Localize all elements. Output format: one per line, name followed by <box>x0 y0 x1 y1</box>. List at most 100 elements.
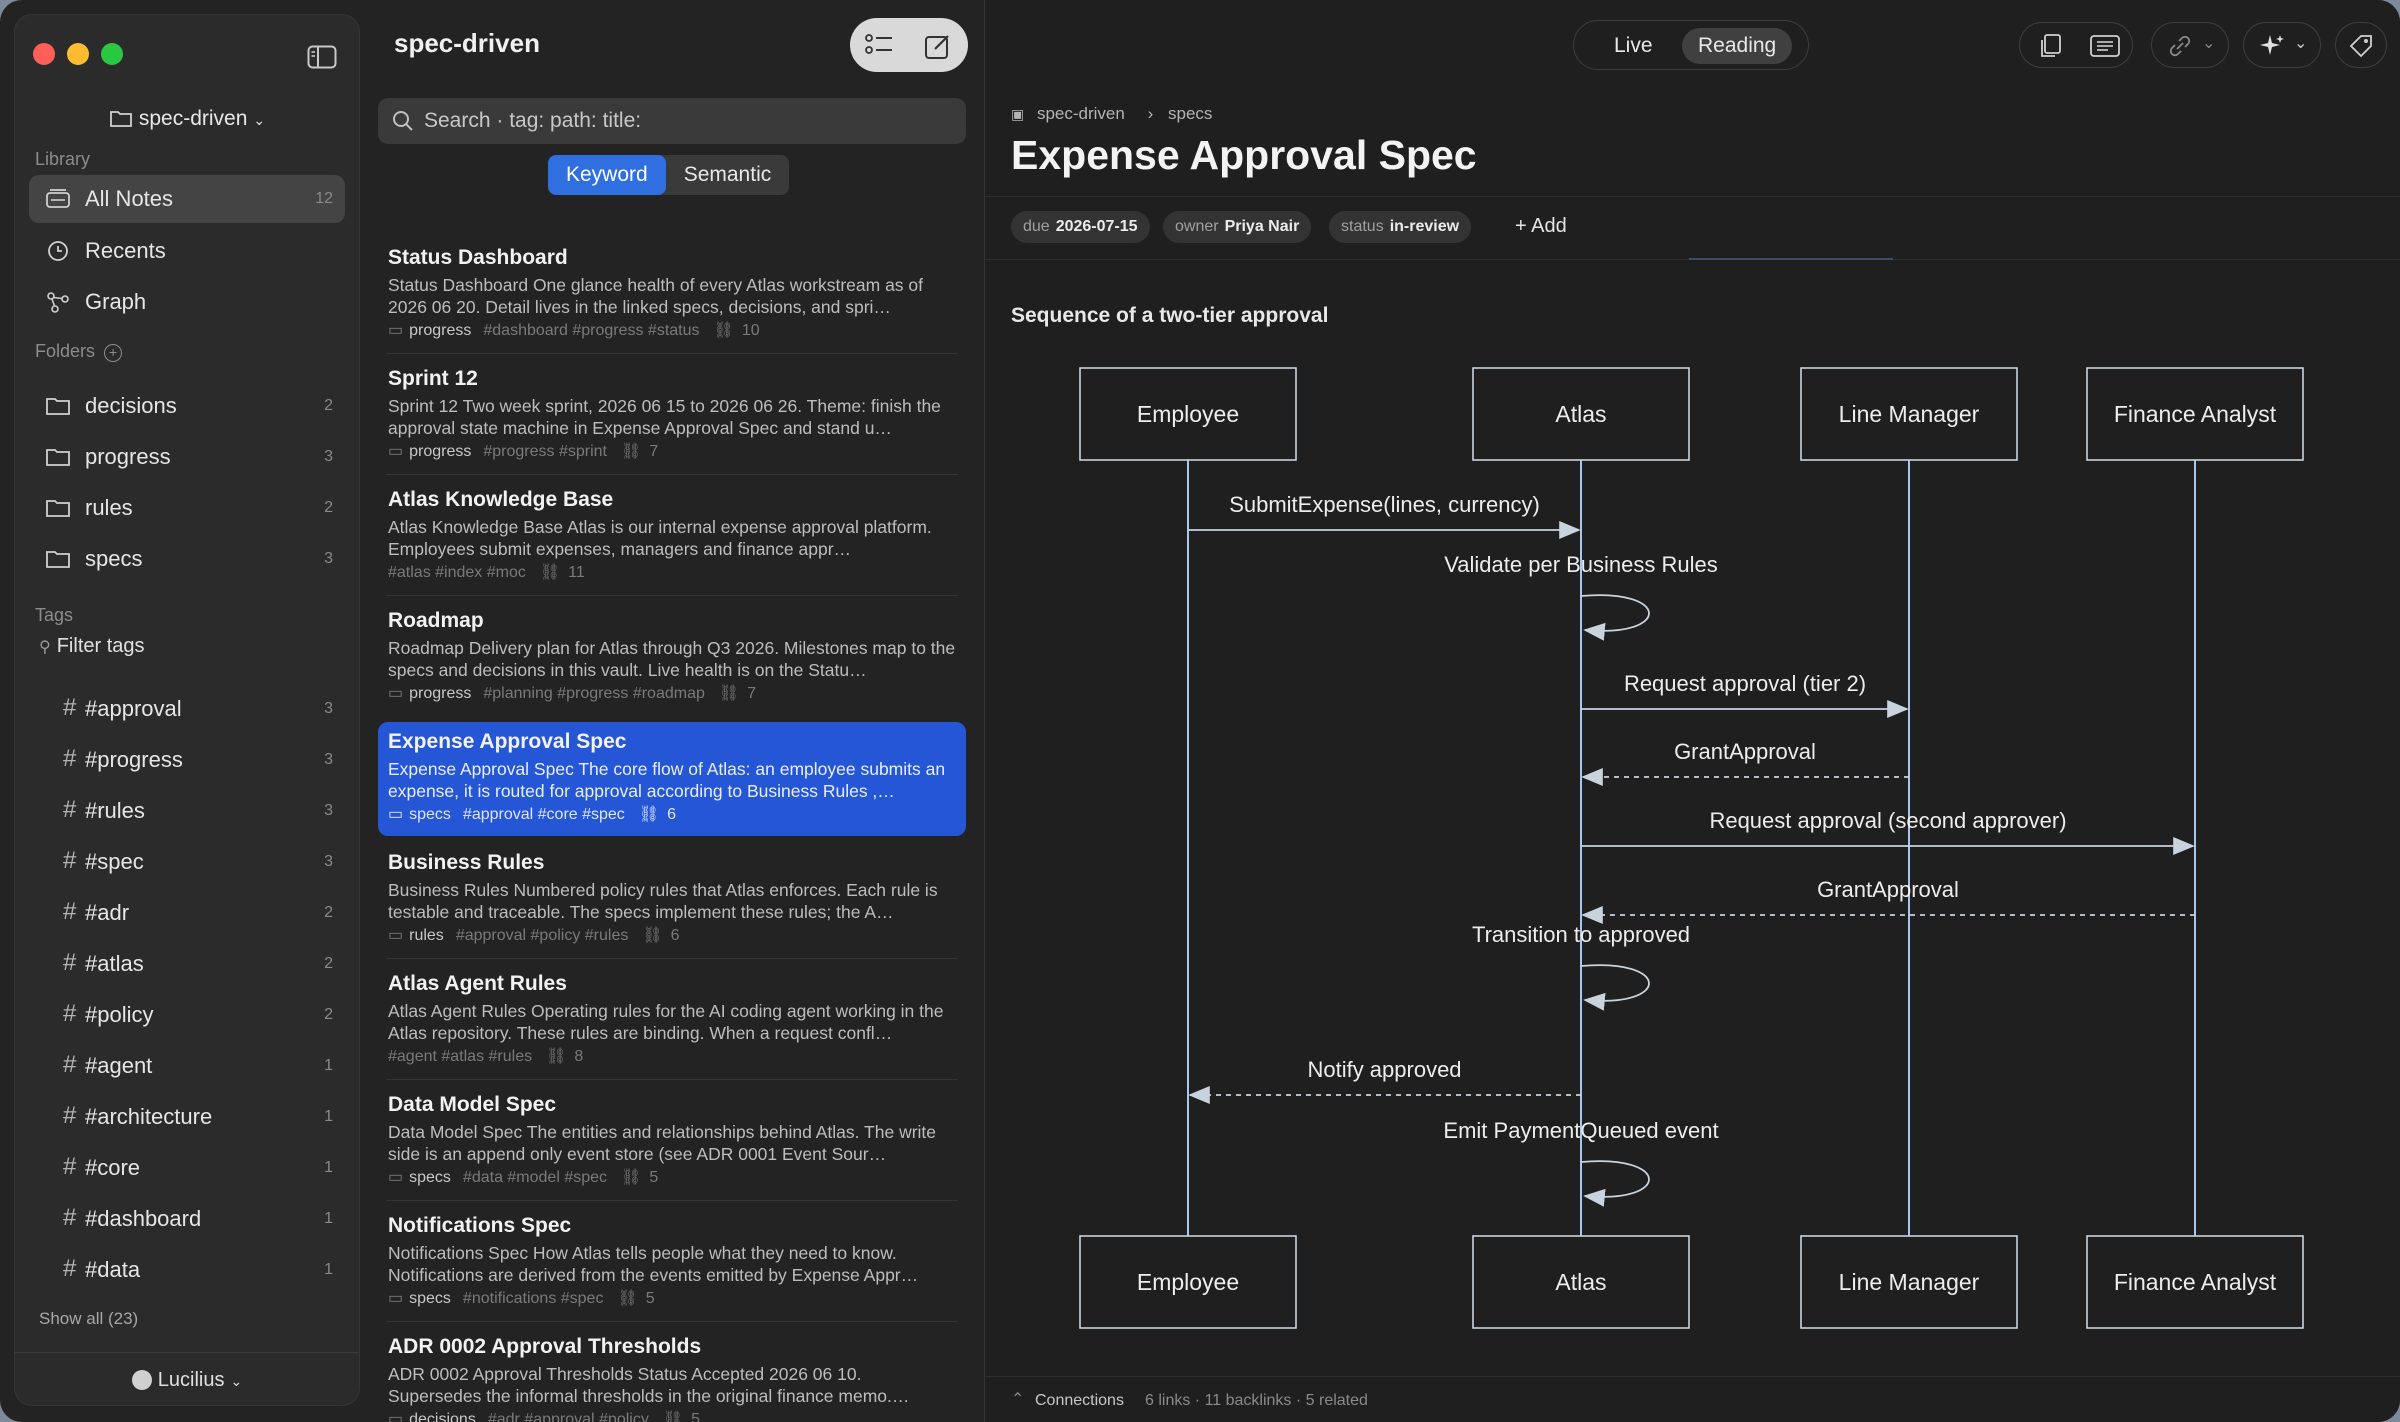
folder-count: 3 <box>324 550 333 567</box>
hash-icon: # <box>63 847 77 874</box>
tag-label: #approval <box>85 696 182 721</box>
note-tags: #planning #progress #roadmap <box>483 685 705 702</box>
tag-count: 2 <box>324 904 333 921</box>
note-list-pane: spec-driven Search · tag: path: title: K… <box>362 0 982 1422</box>
nav-all-notes[interactable]: All Notes 12 <box>29 175 345 223</box>
folder-icon: ▭ <box>388 1169 404 1186</box>
vault-switcher[interactable]: spec-driven ⌄ <box>15 107 359 131</box>
filter-tags-input[interactable]: ⚲ Filter tags <box>39 635 145 658</box>
note-list-item[interactable]: Roadmap Roadmap Delivery plan for Atlas t… <box>378 601 966 715</box>
note-meta: ▭ rules #approval #policy #rules ⛓ 6 <box>388 925 956 945</box>
folder-icon <box>46 449 70 466</box>
folder-label: rules <box>85 495 133 520</box>
sidebar: spec-driven ⌄ Library All Notes 12 Recent… <box>14 14 360 1406</box>
note-list-item[interactable]: ADR 0002 Approval Thresholds ADR 0002 App… <box>378 1327 966 1422</box>
folder-item-decisions[interactable]: decisions 2 <box>29 382 345 430</box>
note-link-count: 6 <box>670 927 680 944</box>
list-view-icon[interactable] <box>864 32 894 58</box>
note-list-item[interactable]: Notifications Spec Notifications Spec How… <box>378 1206 966 1320</box>
sidebar-toggle-icon[interactable] <box>307 45 337 69</box>
tag-label: #core <box>85 1155 141 1180</box>
tag-item[interactable]: # #dashboard 1 <box>29 1195 345 1243</box>
zoom-window-button[interactable] <box>101 43 123 65</box>
tag-item[interactable]: # #rules 3 <box>29 787 345 835</box>
show-all-tags-link[interactable]: Show all (23) <box>39 1309 138 1329</box>
user-menu[interactable]: Lucilius ⌄ <box>15 1369 359 1392</box>
folder-count: 2 <box>324 397 333 414</box>
note-tags: #data #model #spec <box>462 1169 608 1186</box>
note-list-item[interactable]: Atlas Knowledge Base Atlas Knowledge Base… <box>378 480 966 594</box>
tag-item[interactable]: # #policy 2 <box>29 991 345 1039</box>
semantic-mode-button[interactable]: Semantic <box>666 155 790 195</box>
tag-item[interactable]: # #approval 3 <box>29 685 345 733</box>
app-window: spec-driven ⌄ Library All Notes 12 Recent… <box>0 0 2400 1422</box>
search-input[interactable]: Search · tag: path: title: <box>378 98 966 144</box>
folder-item-progress[interactable]: progress 3 <box>29 433 345 481</box>
note-list-item[interactable]: Atlas Agent Rules Atlas Agent Rules Opera… <box>378 964 966 1078</box>
divider <box>386 1321 958 1322</box>
self-message-arrow <box>1580 964 1650 1011</box>
divider <box>386 958 958 959</box>
divider <box>386 595 958 596</box>
chevron-down-icon: ⌄ <box>253 112 266 128</box>
tag-item[interactable]: # #adr 2 <box>29 889 345 937</box>
participant-label: Employee <box>1137 1269 1239 1295</box>
connections-stats: 6 links · 11 backlinks · 5 related <box>1145 1392 1368 1409</box>
link-icon: ⛓ <box>718 685 740 702</box>
tag-count: 2 <box>324 1006 333 1023</box>
note-title: Atlas Agent Rules <box>388 972 567 995</box>
note-list-item[interactable]: Business Rules Business Rules Numbered po… <box>378 843 966 957</box>
note-list-item[interactable]: Sprint 12 Sprint 12 Two week sprint, 2026… <box>378 359 966 473</box>
divider <box>386 1079 958 1080</box>
folder-label: specs <box>85 546 143 571</box>
tags-label: Tags <box>35 605 74 625</box>
note-list-item[interactable]: Expense Approval Spec Expense Approval Sp… <box>378 722 966 836</box>
note-meta: ▭ decisions #adr #approval #policy ⛓ 5 <box>388 1409 956 1422</box>
nav-recents[interactable]: Recents <box>29 227 345 275</box>
tag-item[interactable]: # #progress 3 <box>29 736 345 784</box>
tag-item[interactable]: # #agent 1 <box>29 1042 345 1090</box>
folder-item-rules[interactable]: rules 2 <box>29 484 345 532</box>
tag-item[interactable]: # #core 1 <box>29 1144 345 1192</box>
close-window-button[interactable] <box>33 43 55 65</box>
tag-item[interactable]: # #spec 3 <box>29 838 345 886</box>
note-link-count: 8 <box>574 1048 584 1065</box>
tag-label: #architecture <box>85 1104 213 1129</box>
connections-bar[interactable]: ⌃ Connections 6 links · 11 backlinks · 5… <box>985 1376 2400 1422</box>
folder-icon: ▭ <box>388 927 404 944</box>
tag-item[interactable]: # #data 1 <box>29 1246 345 1294</box>
nav-graph[interactable]: Graph <box>29 278 345 326</box>
note-list-item[interactable]: Status Dashboard Status Dashboard One gla… <box>378 238 966 352</box>
participant-label: Line Manager <box>1839 1269 1980 1295</box>
folder-item-specs[interactable]: specs 3 <box>29 535 345 583</box>
message-label: Request approval (second approver) <box>1709 808 2066 833</box>
library-label: Library <box>35 149 91 169</box>
link-icon: ⛓ <box>662 1411 684 1422</box>
note-tags: #adr #approval #policy <box>487 1411 649 1422</box>
add-folder-icon[interactable]: + <box>104 344 123 362</box>
folder-count: 3 <box>324 448 333 465</box>
minimize-window-button[interactable] <box>67 43 89 65</box>
tag-label: #policy <box>85 1002 154 1027</box>
new-note-icon[interactable] <box>924 32 952 60</box>
note-title: Expense Approval Spec <box>388 730 627 753</box>
note-link-count: 5 <box>645 1290 655 1307</box>
link-icon: ⛓ <box>617 1290 638 1307</box>
editor-pane: Live Reading ⌄ ⌄ ▣ spec-driven › specs E… <box>984 0 2400 1422</box>
note-title: Status Dashboard <box>388 246 568 269</box>
note-link-count: 7 <box>649 443 659 460</box>
tag-item[interactable]: # #architecture 1 <box>29 1093 345 1141</box>
note-tags: #agent #atlas #rules <box>388 1048 533 1065</box>
nav-label: Recents <box>85 238 166 263</box>
note-list-item[interactable]: Data Model Spec Data Model Spec The entit… <box>378 1085 966 1199</box>
link-icon: ⛓ <box>642 927 663 944</box>
note-excerpt: Atlas Knowledge Base Atlas is our intern… <box>388 517 932 559</box>
graph-icon <box>47 292 69 313</box>
tag-item[interactable]: # #atlas 2 <box>29 940 345 988</box>
tag-label: #atlas <box>85 951 144 976</box>
divider <box>386 474 958 475</box>
keyword-mode-button[interactable]: Keyword <box>548 155 666 195</box>
participant-label: Line Manager <box>1839 401 1980 427</box>
note-tags: #dashboard #progress #status <box>483 322 700 339</box>
folder-icon <box>46 500 70 517</box>
